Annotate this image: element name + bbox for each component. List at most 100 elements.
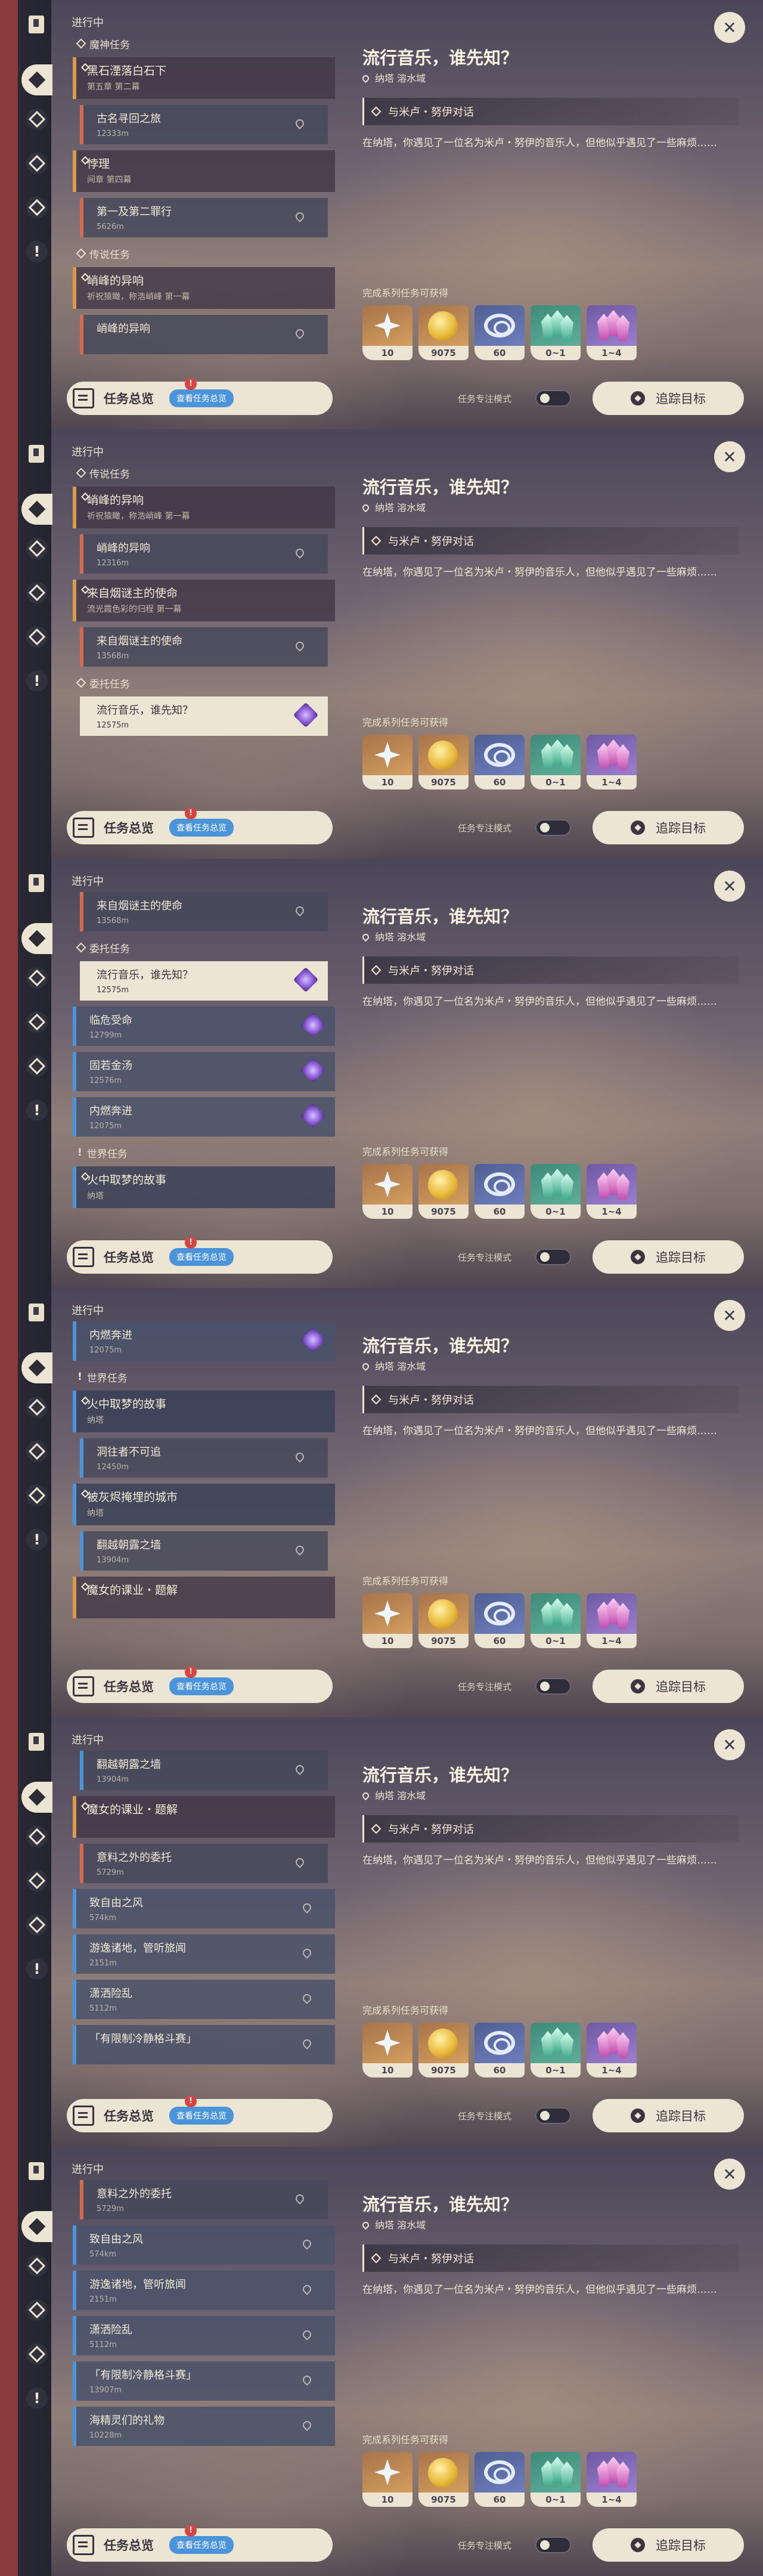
quest-step-item[interactable]: 意料之外的委托 5729m — [80, 2180, 328, 2219]
quest-step-item[interactable]: 翻越朝露之墙 13904m — [80, 1751, 328, 1790]
track-target-button[interactable]: 追踪目标 — [593, 382, 744, 415]
reward-card[interactable]: 1~4 — [587, 2023, 637, 2077]
quest-step-item[interactable]: 致自由之风 574km — [73, 1889, 335, 1928]
commission-tab-icon[interactable] — [26, 582, 48, 603]
quest-list[interactable]: 意料之外的委托 5729m 致自由之风 574km 游逸诸地，管听旅闻 2151m 潇洒险乱… — [73, 2180, 335, 2526]
story-quest-tab-icon[interactable] — [26, 967, 48, 989]
reward-card[interactable]: 10 — [362, 2452, 412, 2507]
world-quest-tab-icon[interactable] — [26, 1055, 48, 1077]
quest-overview-button[interactable]: 任务总览 查看任务总览! — [67, 378, 333, 415]
quest-overview-button[interactable]: 任务总览 查看任务总览! — [67, 1237, 333, 1274]
world-quest-tab-icon[interactable] — [26, 197, 48, 218]
quest-chapter-card[interactable]: 被灰烬掩埋的城市 纳塔 — [73, 1484, 335, 1525]
reward-card[interactable]: 10 — [362, 735, 412, 789]
quest-step-item[interactable]: 意料之外的委托 5729m — [80, 1844, 328, 1883]
reward-card[interactable]: 1~4 — [587, 1593, 637, 1648]
quest-step-item[interactable]: 内燃奔进 12075m — [73, 1097, 335, 1137]
event-quest-tab-icon[interactable]: ! — [26, 1100, 48, 1121]
overview-link[interactable]: 查看任务总览 — [169, 2107, 234, 2125]
track-target-button[interactable]: 追踪目标 — [593, 811, 744, 844]
focus-mode-toggle[interactable] — [535, 819, 571, 836]
reward-card[interactable]: 10 — [362, 1593, 412, 1648]
world-quest-tab-icon[interactable] — [26, 1914, 48, 1936]
quest-step-item[interactable]: 「有限制冷静格斗赛」 13907m — [73, 2361, 335, 2401]
event-quest-tab-icon[interactable]: ! — [26, 1529, 48, 1550]
story-quest-tab-icon[interactable] — [26, 538, 48, 559]
focus-mode-toggle[interactable] — [535, 1249, 571, 1265]
quest-list[interactable]: 魔神任务 黑石湮落白石下 第五章 第二幕 古名寻回之旅 12333m 悖理 间章 第四幕 第一… — [73, 33, 335, 379]
reward-card[interactable]: 60 — [474, 735, 525, 789]
commission-tab-icon[interactable] — [26, 1011, 48, 1033]
reward-card[interactable]: 60 — [474, 1593, 525, 1648]
reward-card[interactable]: 9075 — [418, 735, 469, 789]
reward-card[interactable]: 1~4 — [587, 2452, 637, 2507]
quest-step-item[interactable]: 来自烟谜主的使命 13568m — [80, 627, 328, 667]
overview-link[interactable]: 查看任务总览 — [169, 1677, 234, 1695]
quest-chapter-card[interactable]: 魔女的课业・题解 — [73, 1796, 335, 1838]
quest-list[interactable]: 传说任务 峭峰的异响 祈祝猿瞰，称浩峭峰 第一幕 峭峰的异响 12316m 来自烟谜主的使… — [73, 463, 335, 809]
reward-card[interactable]: 10 — [362, 1164, 412, 1219]
reward-card[interactable]: 0~1 — [531, 1164, 581, 1219]
overview-link[interactable]: 查看任务总览 — [169, 2536, 234, 2554]
reward-card[interactable]: 60 — [474, 2023, 525, 2077]
reward-card[interactable]: 0~1 — [531, 1593, 581, 1648]
story-quest-tab-icon[interactable] — [26, 1826, 48, 1847]
track-target-button[interactable]: 追踪目标 — [593, 1240, 744, 1274]
quest-chapter-card[interactable]: 魔女的课业・题解 — [73, 1577, 335, 1618]
reward-card[interactable]: 0~1 — [531, 735, 581, 789]
focus-mode-toggle[interactable] — [535, 1678, 571, 1695]
world-quest-tab-icon[interactable] — [26, 2343, 48, 2365]
quest-overview-button[interactable]: 任务总览 查看任务总览! — [67, 2525, 333, 2562]
world-quest-tab-icon[interactable] — [26, 626, 48, 648]
archon-quest-tab-icon[interactable] — [21, 2211, 52, 2242]
reward-card[interactable]: 0~1 — [531, 305, 581, 360]
quest-step-item[interactable]: 流行音乐，谁先知？ 12575m — [80, 961, 328, 1001]
reward-card[interactable]: 9075 — [418, 305, 469, 360]
reward-card[interactable]: 1~4 — [587, 305, 637, 360]
archon-quest-tab-icon[interactable] — [21, 1352, 52, 1383]
quest-step-item[interactable]: 固若金汤 12576m — [73, 1052, 335, 1091]
reward-card[interactable]: 1~4 — [587, 1164, 637, 1219]
quest-step-item[interactable]: 第一及第二罪行 5626m — [80, 198, 328, 237]
quest-step-item[interactable]: 「有限制冷静格斗赛」 — [73, 2025, 335, 2064]
quest-list[interactable]: 内燃奔进 12075m! 世界任务 火中取梦的故事 纳塔 洞往者不可追 12450m 被灰烬掩… — [73, 1321, 335, 1667]
reward-card[interactable]: 9075 — [418, 2023, 469, 2077]
quest-chapter-card[interactable]: 悖理 间章 第四幕 — [73, 150, 335, 192]
reward-card[interactable]: 10 — [362, 305, 412, 360]
archon-quest-tab-icon[interactable] — [21, 923, 52, 954]
reward-card[interactable]: 9075 — [418, 1593, 469, 1648]
quest-chapter-card[interactable]: 峭峰的异响 祈祝猿瞰，称浩峭峰 第一幕 — [73, 267, 335, 309]
focus-mode-toggle[interactable] — [535, 2107, 571, 2124]
reward-card[interactable]: 9075 — [418, 2452, 469, 2507]
quest-step-item[interactable]: 海精灵们的礼物 10228m — [73, 2407, 335, 2446]
quest-step-item[interactable]: 洞往者不可追 12450m — [80, 1438, 328, 1478]
quest-step-item[interactable]: 临危受命 12799m — [73, 1007, 335, 1046]
reward-card[interactable]: 1~4 — [587, 735, 637, 789]
event-quest-tab-icon[interactable]: ! — [26, 1958, 48, 1980]
quest-chapter-card[interactable]: 火中取梦的故事 纳塔 — [73, 1391, 335, 1432]
quest-step-item[interactable]: 潇洒险乱 5112m — [73, 2316, 335, 2355]
reward-card[interactable]: 9075 — [418, 1164, 469, 1219]
quest-chapter-card[interactable]: 峭峰的异响 祈祝猿瞰，称浩峭峰 第一幕 — [73, 487, 335, 528]
quest-chapter-card[interactable]: 来自烟谜主的使命 流光霞色彩的归程 第一幕 — [73, 580, 335, 621]
event-quest-tab-icon[interactable]: ! — [26, 241, 48, 262]
commission-tab-icon[interactable] — [26, 1870, 48, 1891]
quest-chapter-card[interactable]: 黑石湮落白石下 第五章 第二幕 — [73, 57, 335, 99]
quest-step-item[interactable]: 游逸诸地，管听旅闻 2151m — [73, 2271, 335, 2310]
archon-quest-tab-icon[interactable] — [21, 494, 52, 525]
reward-card[interactable]: 60 — [474, 305, 525, 360]
quest-step-item[interactable]: 峭峰的异响 12316m — [80, 534, 328, 574]
quest-overview-button[interactable]: 任务总览 查看任务总览! — [67, 2095, 333, 2132]
quest-step-item[interactable]: 翻越朝露之墙 13904m — [80, 1531, 328, 1571]
reward-card[interactable]: 0~1 — [531, 2023, 581, 2077]
quest-step-item[interactable]: 潇洒险乱 5112m — [73, 1980, 335, 2019]
archon-quest-tab-icon[interactable] — [21, 64, 52, 95]
track-target-button[interactable]: 追踪目标 — [593, 1670, 744, 1703]
quest-step-item[interactable]: 峭峰的异响 — [80, 315, 328, 354]
track-target-button[interactable]: 追踪目标 — [593, 2528, 744, 2562]
archon-quest-tab-icon[interactable] — [21, 1782, 52, 1813]
quest-step-item[interactable]: 来自烟谜主的使命 13568m — [80, 892, 328, 931]
focus-mode-toggle[interactable] — [535, 2537, 571, 2553]
quest-step-item[interactable]: 游逸诸地，管听旅闻 2151m — [73, 1934, 335, 1974]
commission-tab-icon[interactable] — [26, 153, 48, 174]
